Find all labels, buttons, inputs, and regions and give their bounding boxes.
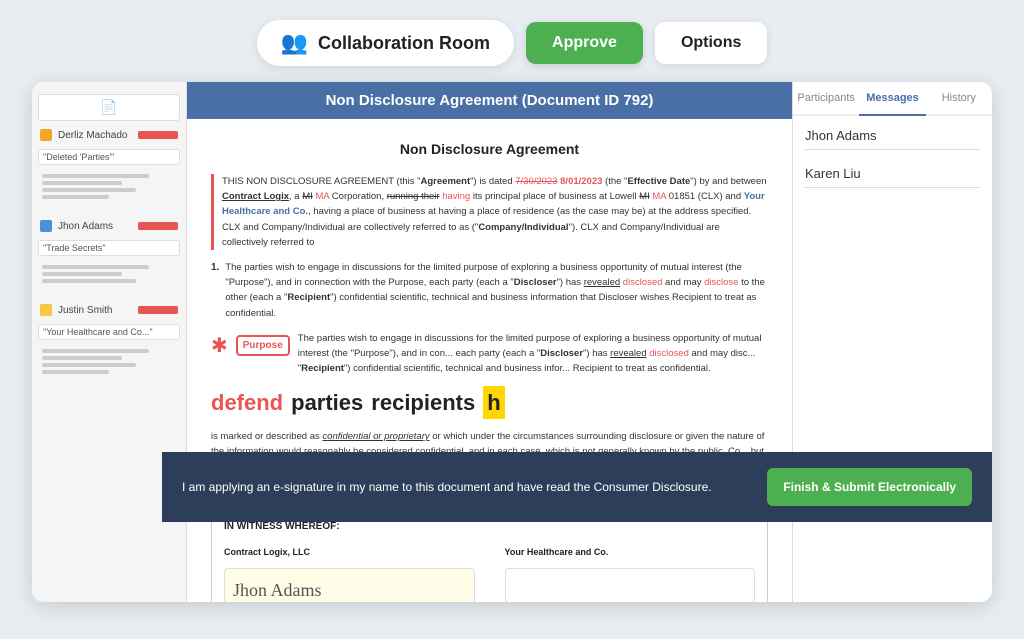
big-text-defend: defend [211,386,283,419]
user-dot-orange [40,129,52,141]
top-bar: 👥 Collaboration Room Approve Options [20,20,1004,66]
doc-icon: 📄 [38,94,180,121]
doc-paragraph-list1: The parties wish to engage in discussion… [225,260,768,321]
options-button[interactable]: Options [655,22,767,64]
collab-room-label: Collaboration Room [318,33,490,54]
collab-room-pill: 👥 Collaboration Room [257,20,514,66]
doc-big-highlight: defend parties recipients h [211,386,768,419]
finish-submit-button[interactable]: Finish & Submit Electronically [767,468,972,506]
sidebar-user-derliz: Derliz Machado "Deleted 'Parties'" [38,125,180,204]
participant-name-jhon: Jhon Adams [805,128,980,143]
sidebar-line [42,370,109,374]
doc-title-bar: Non Disclosure Agreement (Document ID 79… [187,82,792,119]
signature-area-right[interactable] [505,568,756,603]
sidebar-line [42,174,149,178]
right-tabs: Participants Messages History [793,82,992,116]
big-text-h: h [483,386,504,419]
signature-cursive: Jhon Adams [233,580,322,600]
user-dot-yellow [40,304,52,316]
annotation-bar-justin [138,306,178,314]
participant-divider-jhon [805,149,980,150]
approve-button[interactable]: Approve [526,22,643,64]
right-panel-content: Jhon Adams Karen Liu [793,116,992,602]
main-area: 📄 Derliz Machado "Deleted 'Parties'" Jho… [32,82,992,602]
sidebar-user-justin: Justin Smith "Your Healthcare and Co..." [38,300,180,379]
left-sidebar: 📄 Derliz Machado "Deleted 'Parties'" Jho… [32,82,187,602]
sidebar-line [42,272,122,276]
sidebar-line [42,349,149,353]
signature-area-left[interactable]: Jhon Adams [224,568,475,603]
annotation-derliz[interactable]: "Deleted 'Parties'" [38,149,180,165]
purpose-box: Purpose [236,335,290,356]
sidebar-line [42,363,136,367]
tab-history[interactable]: History [926,82,992,114]
witness-cols: Contract Logix, LLC Jhon Adams Signature… [224,546,755,602]
company-left: Contract Logix, LLC [224,546,475,560]
doc-opening-section: THIS NON DISCLOSURE AGREEMENT (this "Agr… [211,174,768,250]
doc-main-title: Non Disclosure Agreement [211,139,768,160]
user-name-derliz: Derliz Machado [58,130,127,141]
user-dot-blue [40,220,52,232]
tab-messages[interactable]: Messages [859,82,925,114]
user-name-jhon: Jhon Adams [58,221,113,232]
annotation-bar-derliz [138,131,178,139]
sidebar-line [42,181,122,185]
collab-icon: 👥 [281,30,308,56]
witness-col-left: Contract Logix, LLC Jhon Adams Signature… [224,546,475,602]
annotation-jhon[interactable]: "Trade Secrets" [38,240,180,256]
annotation-bar-jhon [138,222,178,230]
sidebar-line [42,265,149,269]
sidebar-line [42,356,122,360]
participant-jhon: Jhon Adams [805,128,980,150]
doc-content[interactable]: Non Disclosure Agreement THIS NON DISCLO… [187,119,792,602]
doc-list-item-1: 1. The parties wish to engage in discuss… [211,260,768,321]
sidebar-user-jhon: Jhon Adams "Trade Secrets" [38,216,180,288]
esig-text: I am applying an e-signature in my name … [182,478,751,496]
tab-participants[interactable]: Participants [793,82,859,114]
document-area: Non Disclosure Agreement (Document ID 79… [187,82,792,602]
doc-purpose-section: ✱ Purpose The parties wish to engage in … [211,331,768,377]
sidebar-line [42,195,109,199]
sidebar-line [42,188,136,192]
doc-paragraph-purpose: The parties wish to engage in discussion… [298,331,768,377]
participant-name-karen: Karen Liu [805,166,980,181]
participant-divider-karen [805,187,980,188]
user-name-justin: Justin Smith [58,305,112,316]
right-panel: Participants Messages History Jhon Adams… [792,82,992,602]
big-text-parties: parties [291,386,363,419]
doc-paragraph-1: THIS NON DISCLOSURE AGREEMENT (this "Agr… [222,174,768,250]
company-right: Your Healthcare and Co. [505,546,756,560]
star-marker: ✱ [211,331,228,361]
witness-col-right: Your Healthcare and Co. Signature Date P… [505,546,756,602]
big-text-recipients: recipients [371,386,475,419]
sidebar-line [42,279,136,283]
esig-overlay: I am applying an e-signature in my name … [162,452,992,522]
participant-karen: Karen Liu [805,166,980,188]
annotation-justin[interactable]: "Your Healthcare and Co..." [38,324,180,340]
